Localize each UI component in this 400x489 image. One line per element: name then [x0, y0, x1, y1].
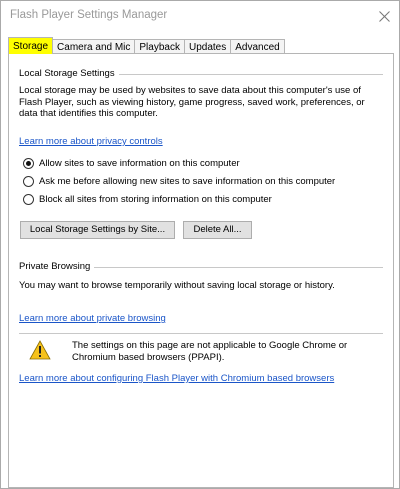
window-title: Flash Player Settings Manager: [10, 9, 168, 21]
radio-block-all[interactable]: Block all sites from storing information…: [23, 194, 272, 205]
radio-button[interactable]: [23, 158, 34, 169]
tab-strip: Storage Camera and Mic Playback Updates …: [8, 37, 285, 55]
close-button[interactable]: [369, 1, 399, 31]
local-storage-description: Local storage may be used by websites to…: [19, 85, 365, 119]
radio-label: Ask me before allowing new sites to save…: [39, 176, 336, 187]
chromium-config-link[interactable]: Learn more about configuring Flash Playe…: [19, 373, 334, 384]
settings-window: Flash Player Settings Manager Storage Ca…: [0, 0, 400, 489]
radio-button[interactable]: [23, 176, 34, 187]
radio-button[interactable]: [23, 194, 34, 205]
private-browsing-description: You may want to browse temporarily witho…: [19, 280, 335, 291]
tab-storage[interactable]: Storage: [8, 37, 54, 54]
storage-panel: Local Storage Settings Local storage may…: [8, 53, 394, 488]
close-icon: [378, 10, 390, 22]
delete-all-button[interactable]: Delete All...: [183, 221, 252, 239]
radio-ask-before[interactable]: Ask me before allowing new sites to save…: [23, 176, 335, 187]
chromium-notice-text: The settings on this page are not applic…: [72, 340, 348, 363]
storage-by-site-button[interactable]: Local Storage Settings by Site...: [20, 221, 175, 239]
radio-allow-sites[interactable]: Allow sites to save information on this …: [23, 158, 240, 169]
private-browsing-heading: Private Browsing: [19, 261, 95, 272]
group-divider: [19, 333, 383, 334]
privacy-controls-link[interactable]: Learn more about privacy controls: [19, 136, 163, 147]
radio-label: Allow sites to save information on this …: [39, 158, 240, 169]
warning-icon: [29, 340, 51, 360]
private-browsing-link[interactable]: Learn more about private browsing: [19, 313, 166, 324]
local-storage-heading: Local Storage Settings: [19, 68, 119, 79]
radio-label: Block all sites from storing information…: [39, 194, 272, 205]
title-bar[interactable]: Flash Player Settings Manager: [1, 1, 399, 31]
